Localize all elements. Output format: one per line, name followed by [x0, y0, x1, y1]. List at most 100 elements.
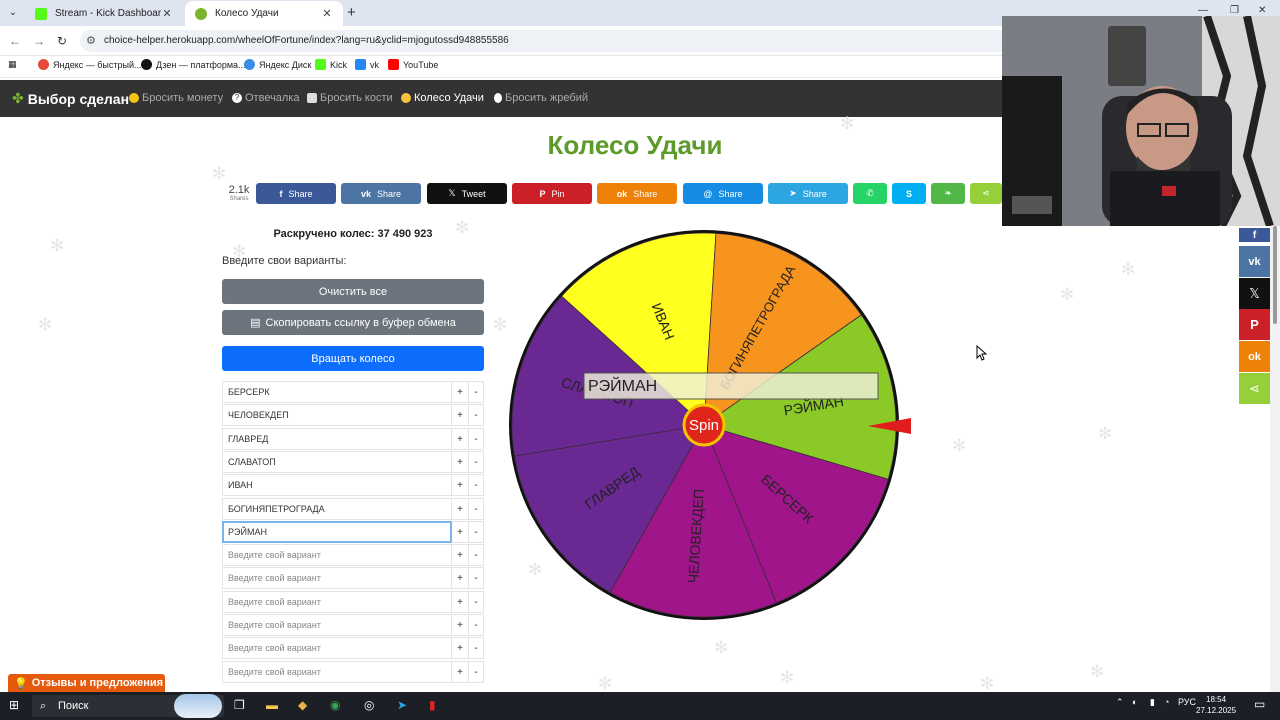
remove-option-button[interactable]: - [468, 544, 484, 566]
clear-all-button[interactable]: Очистить все [222, 279, 484, 304]
option-input[interactable]: ГЛАВРЕД [222, 428, 452, 450]
tray-chevron-icon[interactable]: ⌃ [1116, 697, 1124, 708]
skype-share-button[interactable]: S [892, 183, 926, 204]
vk-share-button[interactable]: vk Share [341, 183, 421, 204]
ok-share-button[interactable]: ok Share [597, 183, 677, 204]
remove-option-button[interactable]: - [468, 451, 484, 473]
task-view-icon[interactable]: ❐ [234, 698, 245, 712]
remove-option-button[interactable]: - [468, 428, 484, 450]
option-input[interactable]: Введите свой вариант [222, 661, 452, 683]
add-option-button[interactable]: + [452, 474, 468, 496]
tray-network-app-icon[interactable]: ◐ [1132, 697, 1137, 707]
minimize-icon[interactable]: — [1198, 5, 1208, 16]
side-facebook-button[interactable]: f [1239, 228, 1270, 242]
evernote-share-button[interactable]: ❧ [931, 183, 965, 204]
bookmark-kick[interactable]: Kick [315, 59, 347, 70]
scrollbar-thumb[interactable] [1273, 226, 1277, 324]
tab-kick-dashboard[interactable]: Stream - Kick Dashboard ✕ [25, 1, 183, 26]
remove-option-button[interactable]: - [468, 381, 484, 403]
option-input[interactable]: Введите свой вариант [222, 544, 452, 566]
option-input[interactable]: Введите свой вариант [222, 614, 452, 636]
facebook-share-button[interactable]: f Share [256, 183, 336, 204]
microphone-icon[interactable]: ▮ [1150, 697, 1155, 708]
taskbar-clock[interactable]: 18:54 27.12.2025 [1196, 694, 1236, 716]
site-brand[interactable]: ✤ Выбор сделан [12, 90, 129, 107]
option-input[interactable]: ИВАН [222, 474, 452, 496]
apps-icon[interactable]: ▦ [8, 59, 17, 70]
telegram-share-button[interactable]: ➤ Share [768, 183, 848, 204]
add-option-button[interactable]: + [452, 614, 468, 636]
address-bar[interactable]: ⚙ choice-helper.herokuapp.com/wheelOfFor… [80, 30, 1040, 52]
reload-icon[interactable]: ↻ [57, 34, 67, 48]
spin-wheel-button[interactable]: Вращать колесо [222, 346, 484, 371]
add-option-button[interactable]: + [452, 591, 468, 613]
back-icon[interactable]: ← [9, 34, 21, 48]
bookmark-yandex-disk[interactable]: Яндекс Диск [244, 59, 311, 70]
file-explorer-icon[interactable]: ▬ [266, 698, 278, 712]
remove-option-button[interactable]: - [468, 637, 484, 659]
add-option-button[interactable]: + [452, 567, 468, 589]
remove-option-button[interactable]: - [468, 521, 484, 543]
side-x-button[interactable]: 𝕏 [1239, 278, 1270, 309]
add-option-button[interactable]: + [452, 381, 468, 403]
option-input[interactable]: Введите свой вариант [222, 567, 452, 589]
copy-link-button[interactable]: ▤ Скопировать ссылку в буфер обмена [222, 310, 484, 335]
add-option-button[interactable]: + [452, 498, 468, 520]
bookmark-youtube[interactable]: YouTube [388, 59, 438, 70]
option-input[interactable]: Введите свой вариант [222, 637, 452, 659]
pinterest-share-button[interactable]: P Pin [512, 183, 592, 204]
add-option-button[interactable]: + [452, 428, 468, 450]
option-input[interactable]: БОГИНЯПЕТРОГРАДА [222, 498, 452, 520]
nav-lot[interactable]: Бросить жребий [494, 92, 588, 104]
app-b-icon[interactable]: ▮ [429, 698, 436, 712]
nav-dice[interactable]: Бросить кости [307, 92, 393, 104]
forward-icon[interactable]: → [33, 34, 45, 48]
new-tab-button[interactable]: + [347, 4, 356, 21]
add-option-button[interactable]: + [452, 404, 468, 426]
page-scrollbar[interactable] [1270, 226, 1280, 692]
fortune-wheel[interactable]: РЭЙМАНБЕРСЕРКЧЕЛОВЕКДЕПГЛАВРЕДСЛАВАТОПИВ… [505, 225, 915, 625]
remove-option-button[interactable]: - [468, 661, 484, 683]
add-option-button[interactable]: + [452, 521, 468, 543]
nav-wheel[interactable]: Колесо Удачи [401, 92, 484, 104]
bookmark-dzen[interactable]: Дзен — платформа... [141, 59, 246, 70]
chrome-icon[interactable]: ◉ [330, 698, 340, 712]
add-option-button[interactable]: + [452, 637, 468, 659]
remove-option-button[interactable]: - [468, 404, 484, 426]
nav-coin[interactable]: Бросить монету [129, 92, 223, 104]
option-input[interactable]: ЧЕЛОВЕКДЕП [222, 404, 452, 426]
tab-search-dropdown[interactable]: ⌄ [5, 5, 21, 21]
windows-start-icon[interactable]: ⊞ [9, 698, 19, 712]
option-input[interactable]: Введите свой вариант [222, 591, 452, 613]
telegram-icon[interactable]: ➤ [397, 698, 407, 712]
remove-option-button[interactable]: - [468, 498, 484, 520]
option-input[interactable]: РЭЙМАН [222, 521, 452, 543]
tab-wheel-of-fortune[interactable]: Колесо Удачи ✕ [185, 1, 343, 26]
obs-icon[interactable]: ◎ [364, 698, 374, 712]
add-option-button[interactable]: + [452, 451, 468, 473]
close-window-icon[interactable]: ✕ [1258, 5, 1266, 16]
option-input[interactable]: СЛАВАТОП [222, 451, 452, 473]
add-option-button[interactable]: + [452, 544, 468, 566]
whatsapp-share-button[interactable]: ✆ [853, 183, 887, 204]
tab-close-icon[interactable]: ✕ [161, 7, 173, 20]
feedback-button[interactable]: 💡 Отзывы и предложения [8, 674, 165, 692]
bookmark-yandex[interactable]: Яндекс — быстрый... [38, 59, 142, 70]
side-vk-button[interactable]: vk [1239, 246, 1270, 277]
option-input[interactable]: БЕРСЕРК [222, 381, 452, 403]
remove-option-button[interactable]: - [468, 614, 484, 636]
wifi-icon[interactable]: ◔ [1164, 697, 1169, 707]
language-indicator[interactable]: РУС [1178, 697, 1196, 707]
notifications-icon[interactable]: ▭ [1254, 697, 1265, 711]
tab-close-icon[interactable]: ✕ [321, 7, 333, 20]
mailru-share-button[interactable]: @ Share [683, 183, 763, 204]
side-pinterest-button[interactable]: P [1239, 309, 1270, 340]
remove-option-button[interactable]: - [468, 567, 484, 589]
side-ok-button[interactable]: ok [1239, 341, 1270, 372]
bookmark-vk[interactable]: vk [355, 59, 379, 70]
more-share-button[interactable]: ⋖ [970, 183, 1002, 204]
x-share-button[interactable]: 𝕏 Tweet [427, 183, 507, 204]
spin-button-label[interactable]: Spin [689, 417, 719, 434]
nav-answerer[interactable]: ? Отвечалка [232, 92, 300, 104]
remove-option-button[interactable]: - [468, 591, 484, 613]
